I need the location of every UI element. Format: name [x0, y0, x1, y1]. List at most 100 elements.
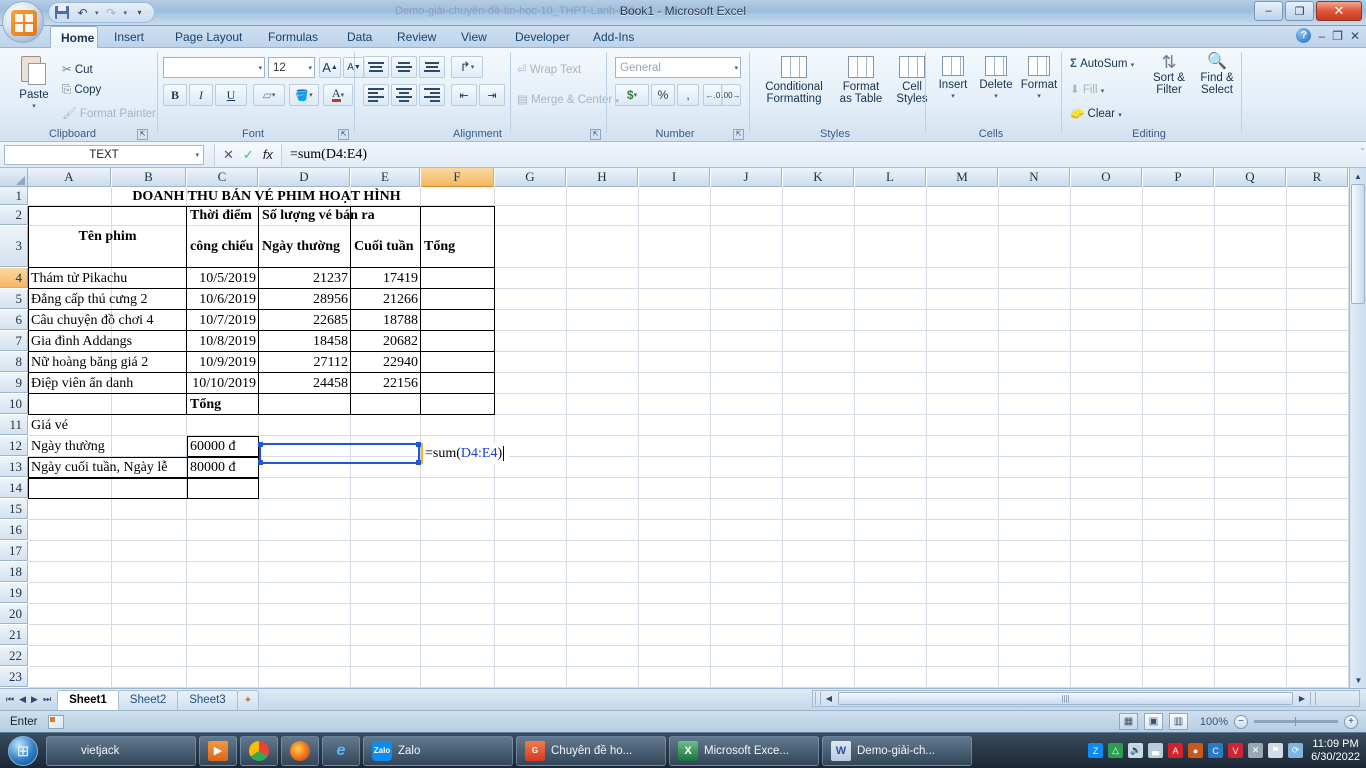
- insert-function-icon[interactable]: fx: [263, 147, 273, 162]
- align-center-button[interactable]: [391, 84, 417, 106]
- zoom-out-button[interactable]: −: [1234, 714, 1248, 729]
- scroll-right-button[interactable]: ▶: [1294, 691, 1310, 706]
- decrease-indent-button[interactable]: ⇤: [451, 84, 477, 106]
- column-header-D[interactable]: D: [259, 168, 350, 187]
- doc-restore-button[interactable]: ❐: [1332, 29, 1343, 43]
- office-button[interactable]: [2, 1, 44, 43]
- column-header-A[interactable]: A: [28, 168, 111, 187]
- column-header-I[interactable]: I: [639, 168, 710, 187]
- prev-sheet-button[interactable]: ◀: [19, 694, 26, 705]
- taskbar-item-word[interactable]: W Demo-giải-ch...: [822, 735, 972, 766]
- vcam-tray-icon[interactable]: V: [1228, 743, 1244, 758]
- tab-review[interactable]: Review: [387, 26, 446, 48]
- name-box-dropdown-icon[interactable]: ▾: [195, 151, 199, 159]
- conditional-formatting-button[interactable]: Conditional Formatting: [758, 56, 830, 105]
- italic-button[interactable]: I: [189, 84, 213, 106]
- column-header-R[interactable]: R: [1287, 168, 1348, 187]
- wrap-text-button[interactable]: ⏎ Wrap Text: [517, 62, 581, 76]
- font-size-input[interactable]: 12 ▾: [268, 57, 315, 78]
- tab-formulas[interactable]: Formulas: [258, 26, 328, 48]
- row-header-20[interactable]: 20: [0, 604, 28, 624]
- grow-font-button[interactable]: A ▲: [319, 57, 341, 78]
- fill-color-button[interactable]: 🪣 ▾: [289, 84, 319, 106]
- sync-tray-icon[interactable]: ⟳: [1288, 743, 1304, 758]
- number-dialog-launcher[interactable]: ⇱: [733, 129, 744, 140]
- row-header-7[interactable]: 7: [0, 331, 28, 351]
- currency-button[interactable]: $ ▾: [615, 84, 649, 106]
- horizontal-scrollbar[interactable]: ◀ |||| ▶: [812, 690, 1360, 707]
- tab-add-ins[interactable]: Add-Ins: [583, 26, 644, 48]
- orientation-button[interactable]: ↱ ▾: [451, 56, 483, 78]
- row-header-11[interactable]: 11: [0, 415, 28, 435]
- network-tray-icon[interactable]: ▃: [1148, 743, 1164, 758]
- delete-cells-button[interactable]: Delete ▾: [976, 56, 1016, 103]
- taskbar-item-zalo[interactable]: Zalo Zalo: [363, 735, 513, 766]
- worksheet-grid[interactable]: ABCDEFGHIJKLMNOPQR 1 2 3 4 5 6 7 8 9 10 11 12 13 14 15…: [0, 168, 1366, 688]
- tab-view[interactable]: View: [451, 26, 497, 48]
- formula-input[interactable]: =sum(D4:E4): [288, 144, 1346, 166]
- clipboard-dialog-launcher[interactable]: ⇱: [137, 129, 148, 140]
- row-header-13[interactable]: 13: [0, 457, 28, 477]
- row-header-19[interactable]: 19: [0, 583, 28, 603]
- row-header-16[interactable]: 16: [0, 520, 28, 540]
- tab-data[interactable]: Data: [337, 26, 382, 48]
- row-header-2[interactable]: 2: [0, 206, 28, 225]
- row-header-23[interactable]: 23: [0, 667, 28, 687]
- alignment-dialog-launcher[interactable]: ⇱: [590, 129, 601, 140]
- find-select-button[interactable]: 🔍 Find & Select: [1194, 54, 1240, 97]
- align-bottom-button[interactable]: [419, 56, 445, 78]
- comma-style-button[interactable]: ,: [677, 84, 699, 106]
- font-size-dropdown-icon[interactable]: ▾: [308, 64, 312, 72]
- page-layout-view-button[interactable]: ▣: [1144, 713, 1163, 730]
- bold-button[interactable]: B: [163, 84, 187, 106]
- tab-developer[interactable]: Developer: [505, 26, 580, 48]
- increase-decimal-button[interactable]: ←.0: [703, 84, 723, 106]
- column-header-P[interactable]: P: [1143, 168, 1214, 187]
- autosum-button[interactable]: Σ AutoSum ▾: [1070, 58, 1134, 70]
- font-dialog-launcher[interactable]: ⇱: [338, 129, 349, 140]
- vertical-scroll-thumb[interactable]: [1351, 184, 1365, 304]
- underline-button[interactable]: U: [215, 84, 247, 106]
- row-header-4[interactable]: 4: [0, 268, 28, 288]
- help-icon[interactable]: ?: [1296, 28, 1312, 43]
- status-record-macro-icon[interactable]: [47, 714, 64, 729]
- taskbar-item-pdf[interactable]: G Chuyên đề ho...: [516, 735, 666, 766]
- column-header-Q[interactable]: Q: [1215, 168, 1286, 187]
- tab-page-layout[interactable]: Page Layout: [165, 26, 252, 48]
- scroll-up-button[interactable]: ▲: [1350, 168, 1366, 184]
- undo-icon[interactable]: ↶: [74, 4, 91, 21]
- taskbar-item-vietjack[interactable]: vietjack: [46, 735, 196, 766]
- sheet-tab-sheet2[interactable]: Sheet2: [117, 689, 179, 710]
- google-drive-tray-icon[interactable]: △: [1108, 743, 1124, 758]
- cell-F4-editing[interactable]: =sum(D4:E4): [421, 443, 509, 464]
- column-header-H[interactable]: H: [567, 168, 638, 187]
- column-header-F[interactable]: F: [421, 168, 494, 187]
- zoom-in-button[interactable]: +: [1344, 714, 1358, 729]
- increase-indent-button[interactable]: ⇥: [479, 84, 505, 106]
- scroll-left-button[interactable]: ◀: [821, 691, 837, 706]
- clear-button[interactable]: 🧽 Clear ▾: [1070, 106, 1122, 120]
- restore-button[interactable]: ❐: [1285, 1, 1314, 21]
- font-color-button[interactable]: A ▾: [323, 84, 353, 106]
- taskbar-item-internet-explorer[interactable]: e: [322, 735, 360, 766]
- sheet-tab-sheet1[interactable]: Sheet1: [57, 689, 119, 710]
- format-painter-button[interactable]: 🖌 Format Painter: [62, 106, 156, 120]
- expand-formula-bar-icon[interactable]: ˇ: [1361, 147, 1364, 157]
- column-header-G[interactable]: G: [495, 168, 566, 187]
- column-header-B[interactable]: B: [112, 168, 186, 187]
- row-header-8[interactable]: 8: [0, 352, 28, 372]
- action-center-icon[interactable]: ⚑: [1268, 743, 1284, 758]
- cell-price-label-12[interactable]: Ngày thường: [28, 436, 187, 457]
- row-header-1[interactable]: 1: [0, 187, 28, 205]
- name-box[interactable]: TEXT ▾: [4, 144, 204, 165]
- column-header-M[interactable]: M: [927, 168, 998, 187]
- redo-dropdown-icon[interactable]: ▾: [124, 9, 128, 17]
- align-middle-button[interactable]: [391, 56, 417, 78]
- row-header-10[interactable]: 10: [0, 394, 28, 414]
- cell-gia-ve-label[interactable]: Giá vé: [28, 415, 112, 436]
- insert-cells-button[interactable]: Insert ▾: [934, 56, 972, 103]
- decrease-decimal-button[interactable]: .00→: [721, 84, 741, 106]
- row-header-3[interactable]: 3: [0, 226, 28, 267]
- borders-button[interactable]: ▱ ▾: [253, 84, 285, 106]
- row-header-17[interactable]: 17: [0, 541, 28, 561]
